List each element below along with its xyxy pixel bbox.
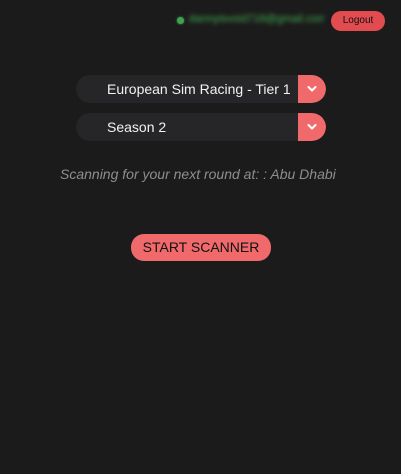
chevron-down-icon [307,124,317,130]
scan-status-text: Scanning for your next round at: : Abu D… [60,166,336,182]
start-scanner-button[interactable]: START SCANNER [131,234,271,261]
app-window: dannyisvoid718@gmail.com Logout European… [0,0,401,474]
user-email: dannyisvoid718@gmail.com [189,13,325,25]
series-dropdown-toggle[interactable] [298,75,326,103]
season-select[interactable]: Season 2 [76,113,326,141]
series-select[interactable]: European Sim Racing - Tier 1 [76,75,326,103]
logout-button[interactable]: Logout [331,11,385,31]
chevron-down-icon [307,86,317,92]
season-dropdown-toggle[interactable] [298,113,326,141]
series-select-value: European Sim Racing - Tier 1 [107,81,291,97]
online-status-icon [177,17,184,24]
season-select-value: Season 2 [107,119,167,135]
